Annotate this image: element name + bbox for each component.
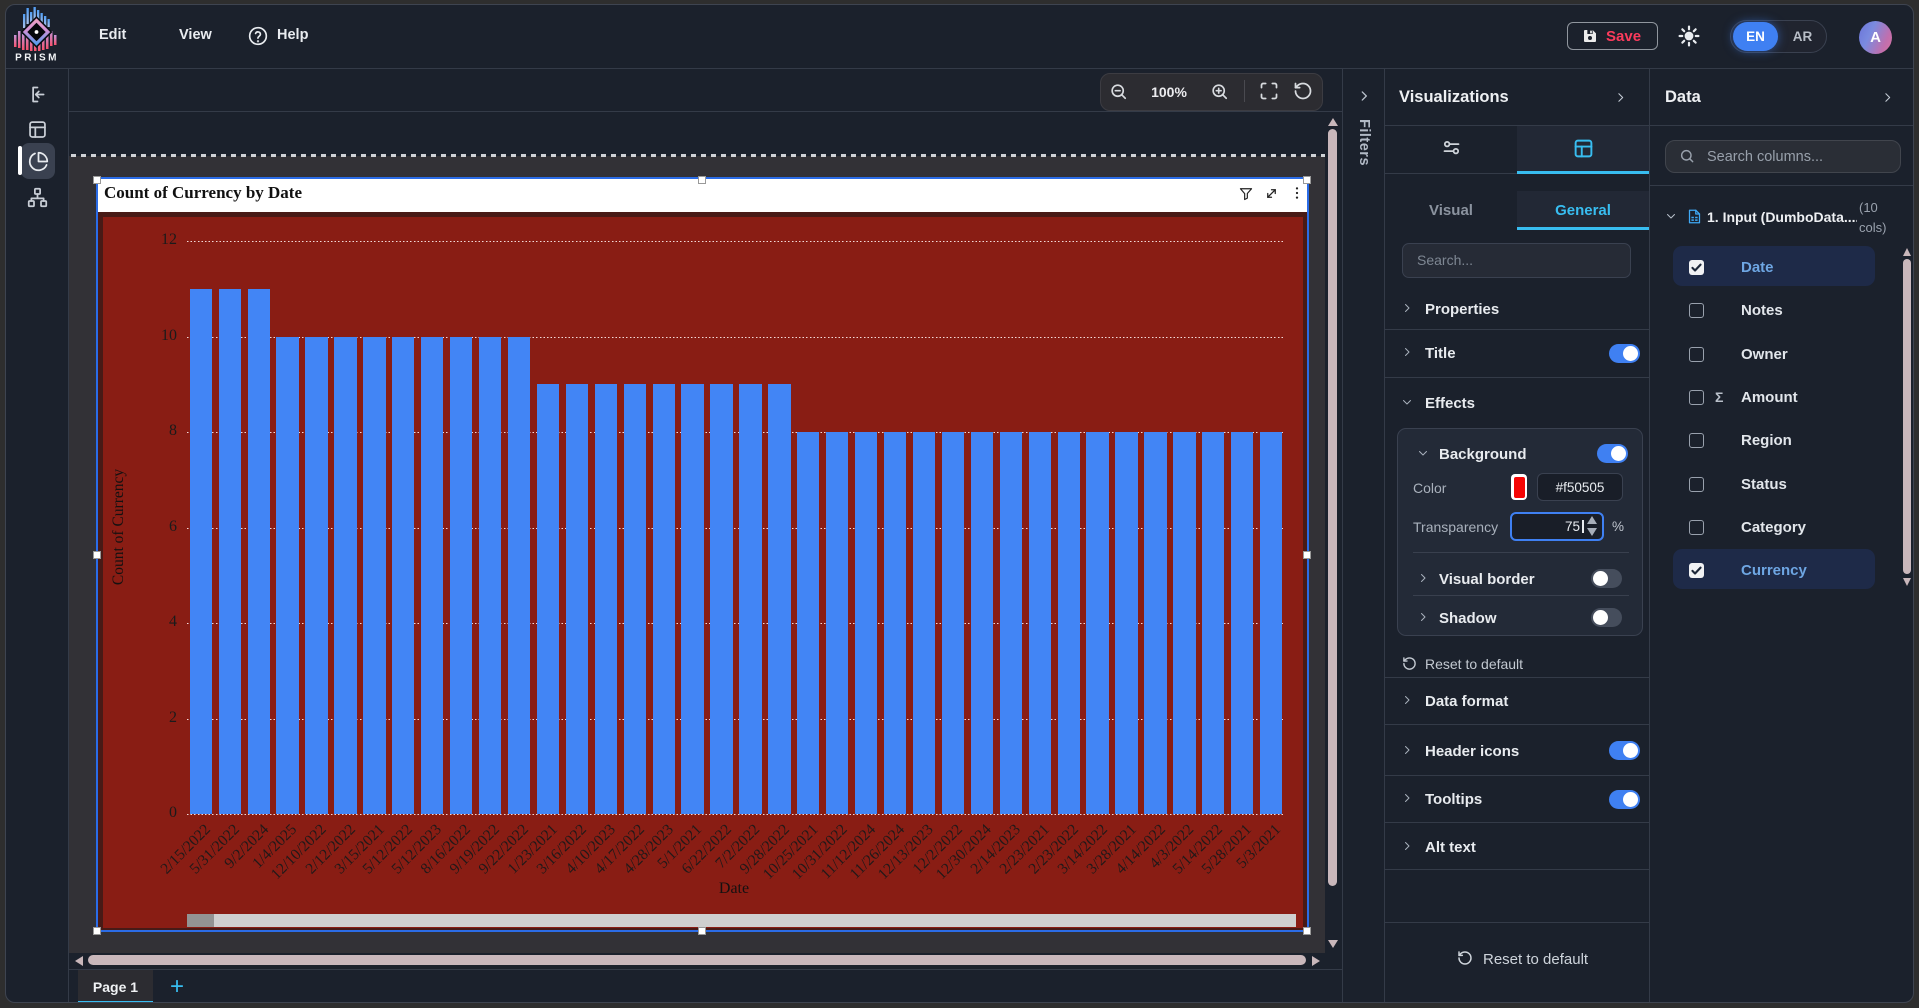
svg-text:PRISM: PRISM [15, 53, 59, 64]
